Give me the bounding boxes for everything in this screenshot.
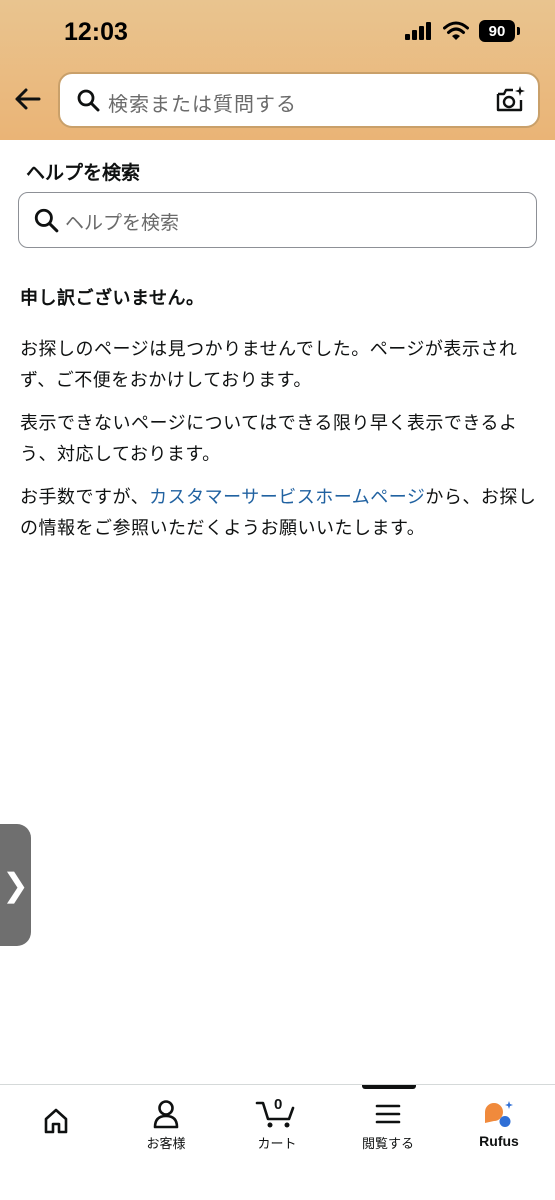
nav-account[interactable]: お客様 xyxy=(116,1099,216,1152)
status-bar: 12:03 90 xyxy=(0,0,555,60)
camera-search-icon[interactable] xyxy=(494,84,526,116)
main-search-placeholder: 検索または質問する xyxy=(108,92,297,116)
account-icon xyxy=(153,1100,179,1129)
bottom-nav: お客様 0 カート 閲覧する Rufus xyxy=(0,1084,555,1200)
cart-count: 0 xyxy=(274,1096,283,1113)
chevron-right-icon: ❯ xyxy=(2,866,29,904)
help-search-placeholder: ヘルプを検索 xyxy=(65,212,180,234)
customer-service-link[interactable]: カスタマーサービスホームページ xyxy=(149,487,425,508)
side-drawer-tab[interactable]: ❯ xyxy=(0,824,31,946)
home-icon xyxy=(44,1108,68,1134)
search-icon xyxy=(77,89,100,112)
rufus-icon xyxy=(485,1101,513,1127)
nav-rufus[interactable]: Rufus xyxy=(449,1099,549,1149)
status-icons: 90 xyxy=(405,20,520,42)
nav-menu[interactable]: 閲覧する xyxy=(338,1099,438,1152)
nav-rufus-label: Rufus xyxy=(479,1133,519,1149)
help-search-input[interactable]: ヘルプを検索 xyxy=(18,192,537,248)
wifi-icon xyxy=(443,21,469,40)
nav-indicator xyxy=(362,1085,416,1089)
error-heading: 申し訳ございません。 xyxy=(20,288,205,309)
signal-icon xyxy=(405,22,431,40)
error-message: 申し訳ございません。 お探しのページは見つかりませんでした。ページが表示されず、… xyxy=(20,284,540,556)
nav-cart-label: カート xyxy=(257,1137,297,1152)
battery-indicator: 90 xyxy=(479,20,520,42)
nav-account-label: お客様 xyxy=(146,1137,186,1152)
nav-menu-label: 閲覧する xyxy=(361,1137,414,1152)
nav-cart[interactable]: 0 カート xyxy=(227,1096,327,1152)
status-time: 12:03 xyxy=(64,18,128,46)
menu-icon xyxy=(375,1104,401,1124)
main-search-bar[interactable]: 検索または質問する xyxy=(58,72,540,128)
error-paragraph-3: お手数ですが、カスタマーサービスホームページから、お探しの情報をご参照いただくよ… xyxy=(20,482,540,544)
nav-home[interactable] xyxy=(6,1107,106,1139)
error-paragraph-1: お探しのページは見つかりませんでした。ページが表示されず、ご不便をおかけしており… xyxy=(20,339,518,391)
search-icon xyxy=(34,208,59,233)
error-paragraph-2: 表示できないページについてはできる限り早く表示できるよう、対応しております。 xyxy=(20,413,518,465)
back-arrow-icon xyxy=(15,88,41,110)
para3-prefix: お手数ですが、 xyxy=(20,487,150,508)
help-search-title: ヘルプを検索 xyxy=(26,162,141,184)
app-header: 12:03 90 検索または質問する xyxy=(0,0,555,140)
back-button[interactable] xyxy=(12,84,46,118)
